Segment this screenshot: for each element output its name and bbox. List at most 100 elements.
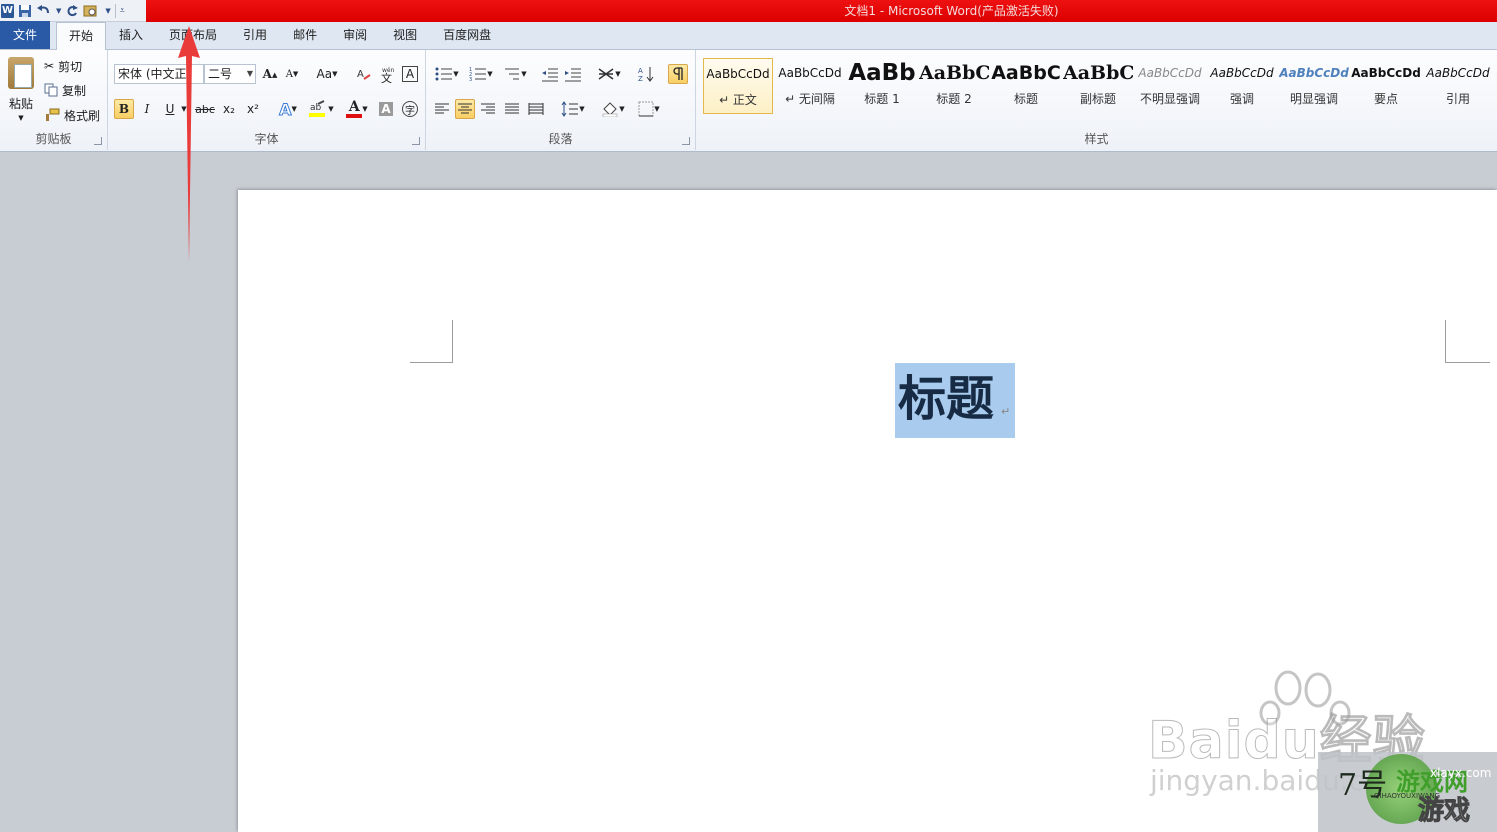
enclose-char-button[interactable]: 字 — [400, 99, 420, 119]
svg-text:3: 3 — [469, 77, 472, 82]
word-logo-icon[interactable]: W — [1, 3, 14, 18]
style-sample: AaBbCcDd — [1138, 66, 1202, 80]
style-intense-emphasis[interactable]: AaBbCcDd 明显强调 — [1279, 58, 1349, 114]
sort-icon[interactable]: AZ — [636, 64, 656, 84]
undo-icon[interactable] — [36, 3, 52, 19]
tab-mailings[interactable]: 邮件 — [280, 22, 330, 49]
heading-text: 标题 — [898, 371, 995, 427]
font-color-button[interactable]: A ▼ — [342, 99, 372, 119]
tab-references[interactable]: 引用 — [230, 22, 280, 49]
shrink-font-button[interactable]: A ▼ — [282, 64, 302, 84]
bullets-button[interactable]: ▼ — [432, 64, 462, 84]
distribute-icon[interactable] — [526, 99, 546, 119]
bold-button[interactable]: B — [114, 99, 134, 119]
style-name: 标题 — [1013, 92, 1038, 106]
superscript-button[interactable]: x² — [243, 99, 263, 119]
game-brand2: 游戏 — [1417, 796, 1471, 827]
tab-home[interactable]: 开始 — [56, 22, 107, 50]
tab-view[interactable]: 视图 — [380, 22, 430, 49]
style-no-spacing[interactable]: AaBbCcDd ↵ 无间隔 — [775, 58, 845, 114]
char-border-icon[interactable]: A — [402, 66, 418, 82]
customize-dropdown-icon[interactable]: ▼ — [105, 3, 110, 19]
styles-group: AaBbCcDd ↵ 正文 AaBbCcDd ↵ 无间隔 AaBb 标题 1 A… — [696, 50, 1497, 150]
window-title: 文档1 - Microsoft Word(产品激活失败) — [844, 4, 1059, 18]
style-sample: AaBbCcDd — [1279, 66, 1349, 80]
style-sample: AaBbCcDd — [778, 66, 842, 80]
font-size-value: 二号 — [208, 67, 233, 81]
save-icon[interactable] — [18, 3, 32, 19]
svg-text:ab: ab — [310, 103, 322, 113]
style-normal[interactable]: AaBbCcDd ↵ 正文 — [703, 58, 773, 114]
style-quote[interactable]: AaBbCcDd 引用 — [1423, 58, 1493, 114]
borders-button[interactable]: ▼ — [634, 99, 664, 119]
decrease-indent-icon[interactable] — [540, 64, 560, 84]
increase-indent-icon[interactable] — [563, 64, 583, 84]
align-right-icon[interactable] — [478, 99, 498, 119]
numbering-button[interactable]: 1 2 3 ▼ — [466, 64, 496, 84]
align-center-icon[interactable] — [455, 99, 475, 119]
paste-button[interactable]: 粘贴 ▼ — [4, 54, 38, 124]
redo-icon[interactable] — [65, 3, 79, 19]
enclose-char-icon: 字 — [402, 101, 418, 117]
style-name: 强调 — [1229, 92, 1254, 106]
highlight-button[interactable]: ab ▼ — [306, 99, 336, 119]
show-marks-icon[interactable] — [668, 64, 688, 84]
title-bar: W ▼ ▼ ⩡ 文档1 - Microsoft Word(产品激活失败) — [0, 0, 1497, 22]
grow-font-icon: A — [262, 67, 272, 81]
paragraph-launcher-icon[interactable] — [682, 137, 690, 145]
clear-format-icon[interactable]: A — [354, 64, 374, 84]
style-sample: AaBbC — [991, 62, 1061, 84]
copy-button[interactable]: 复制 — [44, 80, 86, 100]
customize-icon[interactable] — [83, 3, 101, 19]
qat-more-icon[interactable]: ⩡ — [120, 3, 125, 19]
phonetic-guide-icon[interactable]: wén 文 — [378, 64, 398, 84]
undo-dropdown-icon[interactable]: ▼ — [56, 3, 61, 19]
char-shading-button[interactable]: A — [376, 99, 396, 119]
font-size-dropdown[interactable]: 二号 ▼ — [204, 64, 256, 84]
styles-group-label: 样式 — [1084, 132, 1109, 146]
format-painter-label: 格式刷 — [64, 108, 101, 123]
cut-button[interactable]: ✂ 剪切 — [44, 56, 82, 76]
chinese-layout-button[interactable]: ▼ — [594, 64, 624, 84]
font-size-dropdown-icon: ▼ — [246, 69, 253, 78]
ribbon: 粘贴 ▼ ✂ 剪切 复制 格式刷 剪贴板 宋体 (中文正 二号 ▼ A ▲ A … — [0, 50, 1497, 152]
text-effects-icon: A — [279, 99, 292, 119]
style-name: 副标题 — [1079, 92, 1116, 106]
align-left-icon[interactable] — [432, 99, 452, 119]
style-heading-1[interactable]: AaBb 标题 1 — [847, 58, 917, 114]
shading-button[interactable]: ▼ — [598, 99, 628, 119]
grow-font-button[interactable]: A ▲ — [260, 64, 280, 84]
paste-label: 粘贴 — [8, 96, 33, 111]
style-strong[interactable]: AaBbCcDd 要点 — [1351, 58, 1421, 114]
style-subtitle[interactable]: AaBbC 副标题 — [1063, 58, 1133, 114]
tab-baidu-netdisk[interactable]: 百度网盘 — [430, 22, 504, 49]
multilevel-list-button[interactable]: ▼ — [500, 64, 530, 84]
bullets-icon — [435, 67, 453, 81]
game-watermark: 7号 游戏网 xlayx.com QIHAOYOUXIWANG 游戏 — [1318, 752, 1497, 832]
tab-insert[interactable]: 插入 — [106, 22, 156, 49]
clipboard-launcher-icon[interactable] — [94, 137, 102, 145]
selected-heading[interactable]: 标题 ↵ — [895, 363, 1015, 438]
text-effects-button[interactable]: A ▼ — [274, 99, 302, 119]
style-name: 明显强调 — [1289, 92, 1338, 106]
style-subtle-emphasis[interactable]: AaBbCcDd 不明显强调 — [1135, 58, 1205, 114]
subscript-button[interactable]: x₂ — [219, 99, 239, 119]
style-heading-2[interactable]: AaBbC 标题 2 — [919, 58, 989, 114]
style-sample: AaBb — [848, 60, 916, 86]
tab-review[interactable]: 审阅 — [330, 22, 380, 49]
change-case-button[interactable]: Aa ▼ — [314, 64, 340, 84]
italic-button[interactable]: I — [137, 99, 157, 119]
char-shading-icon: A — [379, 102, 393, 116]
style-name: 标题 1 — [864, 92, 900, 106]
style-sample: AaBbCcDd — [1351, 66, 1421, 80]
style-title[interactable]: AaBbC 标题 — [991, 58, 1061, 114]
font-launcher-icon[interactable] — [412, 137, 420, 145]
style-sample: AaBbC — [1063, 62, 1133, 84]
quick-access-toolbar: W ▼ ▼ ⩡ — [0, 0, 146, 22]
tab-file[interactable]: 文件 — [0, 21, 50, 49]
line-spacing-button[interactable]: ▼ — [558, 99, 588, 119]
style-emphasis[interactable]: AaBbCcDd 强调 — [1207, 58, 1277, 114]
format-painter-button[interactable]: 格式刷 — [44, 105, 100, 125]
margin-corner-left — [410, 320, 453, 363]
justify-icon[interactable] — [502, 99, 522, 119]
